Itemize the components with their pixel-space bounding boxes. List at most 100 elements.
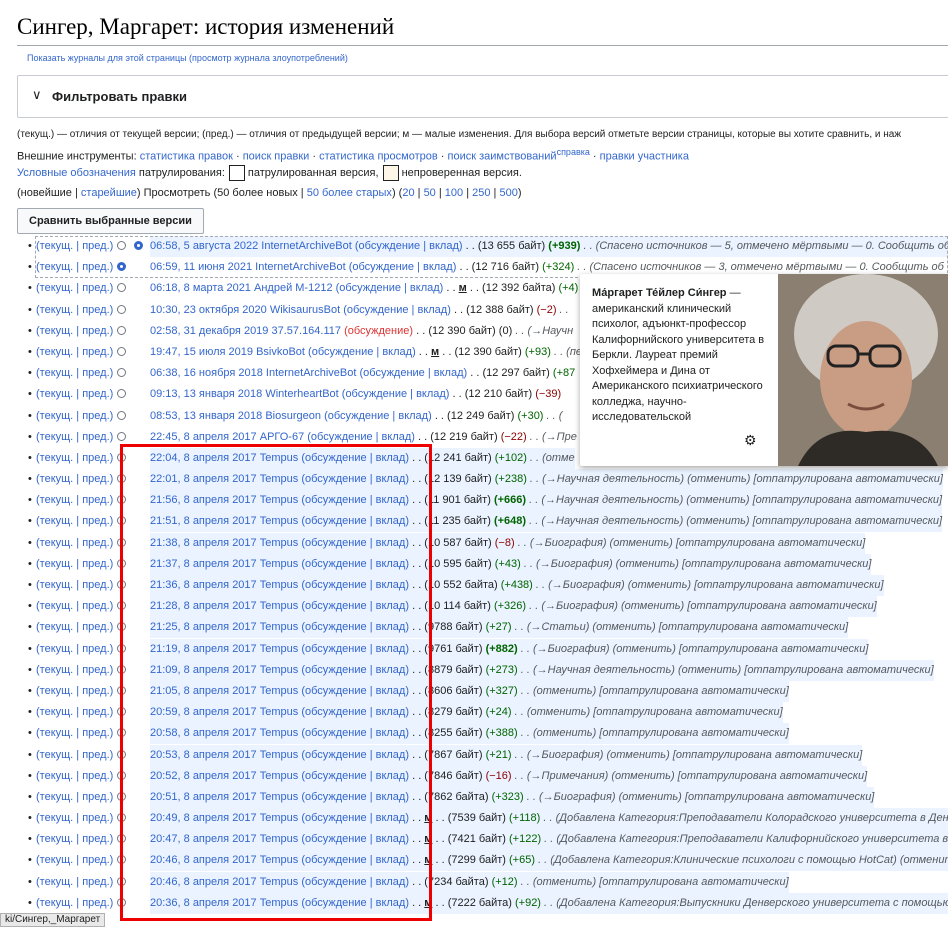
user-tool-links[interactable]: (обсуждение | вклад)	[301, 876, 409, 888]
revision-date-link[interactable]: 08:53, 13 января 2018	[150, 410, 262, 422]
user-tool-links[interactable]: (обсуждение | вклад)	[301, 515, 409, 527]
user-tool-links[interactable]: (обсуждение | вклад)	[359, 367, 467, 379]
tool-link-copyvio[interactable]: поиск заимствований	[448, 151, 557, 163]
count-50[interactable]: 50	[424, 187, 436, 199]
user-tool-links[interactable]: (обсуждение | вклад)	[301, 494, 409, 506]
user-link[interactable]: Tempus	[260, 685, 299, 697]
revision-date-link[interactable]: 20:52, 8 апреля 2017	[150, 770, 257, 782]
diff-links[interactable]: (текущ. | пред.)	[36, 469, 113, 490]
diff-links[interactable]: (текущ. | пред.)	[36, 829, 113, 850]
revision-date-link[interactable]: 20:47, 8 апреля 2017	[150, 833, 257, 845]
user-link[interactable]: Tempus	[260, 749, 299, 761]
user-link[interactable]: InternetArchiveBot	[255, 261, 346, 273]
revision-date-link[interactable]: 20:36, 8 апреля 2017	[150, 897, 257, 909]
radio-old[interactable]	[117, 325, 126, 335]
revision-date-link[interactable]: 20:49, 8 апреля 2017	[150, 812, 257, 824]
revision-date-link[interactable]: 09:13, 13 января 2018	[150, 388, 262, 400]
user-link[interactable]: BsivkoBot	[256, 346, 305, 358]
user-tool-links[interactable]: (обсуждение | вклад)	[301, 812, 409, 824]
user-tool-links[interactable]: (обсуждение)	[344, 325, 413, 337]
radio-old[interactable]	[117, 537, 126, 547]
user-link[interactable]: Tempus	[260, 579, 299, 591]
user-tool-links[interactable]: (обсуждение | вклад)	[301, 600, 409, 612]
user-tool-links[interactable]: (обсуждение | вклад)	[301, 579, 409, 591]
diff-links[interactable]: (текущ. | пред.)	[36, 766, 113, 787]
tool-link-stats[interactable]: статистика правок	[140, 151, 233, 163]
revision-date-link[interactable]: 21:28, 8 апреля 2017	[150, 600, 257, 612]
diff-links[interactable]: (текущ. | пред.)	[36, 681, 113, 702]
user-link[interactable]: Tempus	[260, 558, 299, 570]
user-link[interactable]: Tempus	[260, 897, 299, 909]
radio-old[interactable]	[117, 580, 126, 589]
oldest-link[interactable]: старейшие	[81, 187, 137, 199]
user-link[interactable]: Tempus	[260, 791, 299, 803]
radio-old[interactable]	[117, 516, 126, 526]
radio-old[interactable]	[117, 664, 126, 674]
user-link[interactable]: Tempus	[260, 643, 299, 655]
revision-date-link[interactable]: 19:47, 15 июля 2019	[150, 346, 253, 358]
radio-old[interactable]	[117, 431, 126, 441]
revision-date-link[interactable]: 20:46, 8 апреля 2017	[150, 854, 257, 866]
radio-old[interactable]	[117, 241, 126, 250]
radio-old[interactable]	[117, 262, 126, 272]
revision-date-link[interactable]: 21:05, 8 апреля 2017	[150, 685, 257, 697]
patrol-legend-link[interactable]: Условные обозначения	[17, 167, 136, 179]
diff-links[interactable]: (текущ. | пред.)	[36, 490, 113, 511]
revision-date-link[interactable]: 21:38, 8 апреля 2017	[150, 537, 257, 549]
diff-links[interactable]: (текущ. | пред.)	[36, 617, 113, 638]
user-tool-links[interactable]: (обсуждение | вклад)	[301, 537, 409, 549]
user-tool-links[interactable]: (обсуждение | вклад)	[343, 304, 451, 316]
diff-links[interactable]: (текущ. | пред.)	[36, 363, 113, 384]
user-tool-links[interactable]: (обсуждение | вклад)	[336, 282, 444, 294]
revision-date-link[interactable]: 02:58, 31 декабря 2019	[150, 325, 268, 337]
radio-old[interactable]	[117, 685, 126, 695]
diff-links[interactable]: (текущ. | пред.)	[36, 257, 113, 278]
radio-old[interactable]	[117, 558, 126, 568]
user-tool-links[interactable]: (обсуждение | вклад)	[342, 388, 450, 400]
user-tool-links[interactable]: (обсуждение | вклад)	[301, 452, 409, 464]
tool-link-views[interactable]: статистика просмотров	[319, 151, 438, 163]
user-tool-links[interactable]: (обсуждение | вклад)	[324, 410, 432, 422]
user-tool-links[interactable]: (обсуждение | вклад)	[301, 664, 409, 676]
user-link[interactable]: Tempus	[260, 537, 299, 549]
user-tool-links[interactable]: (обсуждение | вклад)	[301, 897, 409, 909]
radio-old[interactable]	[117, 770, 126, 780]
diff-links[interactable]: (текущ. | пред.)	[36, 596, 113, 617]
diff-links[interactable]: (текущ. | пред.)	[36, 639, 113, 660]
radio-new[interactable]	[134, 241, 143, 250]
user-link[interactable]: Tempus	[260, 706, 299, 718]
user-link[interactable]: Tempus	[260, 876, 299, 888]
user-tool-links[interactable]: (обсуждение | вклад)	[301, 706, 409, 718]
revision-date-link[interactable]: 21:09, 8 апреля 2017	[150, 664, 257, 676]
user-tool-links[interactable]: (обсуждение | вклад)	[301, 643, 409, 655]
user-tool-links[interactable]: (обсуждение | вклад)	[308, 346, 416, 358]
revision-date-link[interactable]: 21:37, 8 апреля 2017	[150, 558, 257, 570]
user-tool-links[interactable]: (обсуждение | вклад)	[301, 770, 409, 782]
radio-old[interactable]	[117, 304, 126, 314]
user-link[interactable]: Tempus	[260, 473, 299, 485]
revision-date-link[interactable]: 20:51, 8 апреля 2017	[150, 791, 257, 803]
diff-links[interactable]: (текущ. | пред.)	[36, 850, 113, 871]
revision-date-link[interactable]: 21:36, 8 апреля 2017	[150, 579, 257, 591]
radio-old[interactable]	[117, 749, 126, 759]
diff-links[interactable]: (текущ. | пред.)	[36, 723, 113, 744]
radio-old[interactable]	[117, 834, 126, 844]
user-tool-links[interactable]: (обсуждение | вклад)	[355, 240, 463, 252]
radio-old[interactable]	[117, 474, 126, 484]
diff-links[interactable]: (текущ. | пред.)	[36, 384, 113, 405]
user-link[interactable]: Tempus	[260, 494, 299, 506]
radio-old[interactable]	[117, 410, 126, 420]
user-link[interactable]: WikisaurusBot	[270, 304, 340, 316]
user-tool-links[interactable]: (обсуждение | вклад)	[301, 833, 409, 845]
radio-old[interactable]	[117, 368, 126, 378]
diff-links[interactable]: (текущ. | пред.)	[36, 808, 113, 829]
revision-date-link[interactable]: 06:18, 8 марта 2021	[150, 282, 251, 294]
count-20[interactable]: 20	[402, 187, 414, 199]
diff-links[interactable]: (текущ. | пред.)	[36, 511, 113, 532]
revision-date-link[interactable]: 20:59, 8 апреля 2017	[150, 706, 257, 718]
revision-date-link[interactable]: 22:01, 8 апреля 2017	[150, 473, 257, 485]
revision-date-link[interactable]: 20:58, 8 апреля 2017	[150, 727, 257, 739]
tool-link-user[interactable]: правки участника	[600, 151, 689, 163]
user-link[interactable]: Tempus	[260, 727, 299, 739]
radio-old[interactable]	[117, 791, 126, 801]
